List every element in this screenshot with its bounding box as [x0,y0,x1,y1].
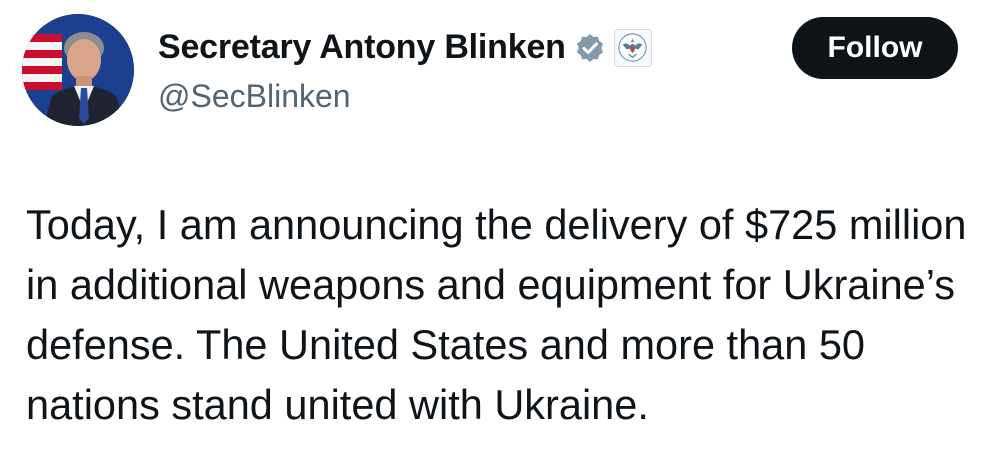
tweet-text: Today, I am announcing the delivery of $… [26,201,967,428]
user-handle[interactable]: @SecBlinken [158,78,351,115]
display-name[interactable]: Secretary Antony Blinken [158,28,566,67]
follow-button[interactable]: Follow [792,17,958,79]
verified-badge-icon[interactable] [574,32,606,64]
us-department-of-state-seal-icon[interactable] [613,28,652,67]
profile-photo [22,14,134,126]
avatar[interactable] [22,14,134,126]
